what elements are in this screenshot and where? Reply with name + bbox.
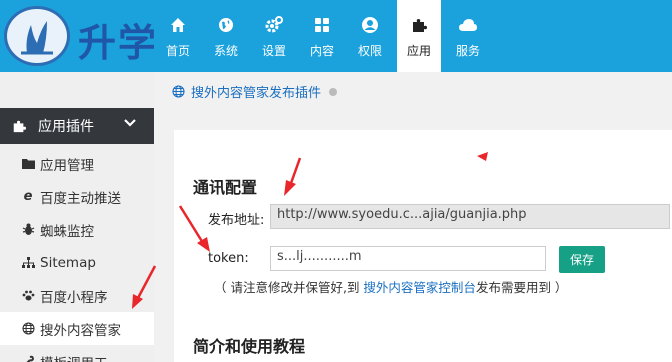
nav-settings-label: 设置 (261, 43, 286, 58)
main-nav: 首页 系统 设置 内容 权限 应用 服务 (154, 0, 492, 72)
logo-emblem (4, 6, 70, 66)
grid-icon (314, 14, 330, 36)
gear-icon (265, 14, 283, 36)
breadcrumb-link[interactable]: 搜外内容管家发布插件 (191, 82, 321, 101)
publish-url-label: 发布地址: (208, 213, 265, 228)
globe-icon (218, 14, 234, 36)
logo-text: 升学 (78, 21, 154, 65)
sidebar-item-spider-monitor[interactable]: 蜘蛛监控 (0, 213, 154, 246)
sidebar-item-label: 搜外内容管家 (40, 322, 121, 339)
nav-home-label: 首页 (165, 43, 190, 58)
nav-permissions[interactable]: 权限 (346, 0, 394, 72)
save-button[interactable]: 保存 (559, 246, 605, 273)
puzzle-icon (411, 14, 427, 36)
globe-icon (18, 322, 38, 335)
folder-icon (18, 158, 38, 169)
note-suffix: 发布需要用到 ） (475, 280, 568, 295)
sidebar-item-label: 蜘蛛监控 (40, 223, 94, 240)
sidebar-item-baidu-push[interactable]: e 百度主动推送 (0, 180, 154, 213)
sidebar-item-label: 百度主动推送 (40, 190, 121, 207)
breadcrumb-dot (329, 87, 338, 96)
breadcrumb: 搜外内容管家发布插件 (172, 82, 338, 101)
home-icon (170, 14, 186, 36)
logo: 升学 (0, 0, 154, 72)
section-title-intro: 简介和使用教程 (193, 337, 306, 356)
section-title-comm-config: 通讯配置 (193, 178, 258, 197)
nav-system[interactable]: 系统 (202, 0, 250, 72)
sidebar-item-baidu-miniprogram[interactable]: 百度小程序 (0, 279, 154, 312)
sidebar-item-label: 模板调用工 (40, 352, 108, 362)
token-label: token: (208, 251, 249, 266)
sidebar-item-sitemap[interactable]: Sitemap (0, 246, 154, 279)
tool-icon (18, 355, 38, 362)
nav-permissions-label: 权限 (357, 43, 382, 58)
sidebar-header-app-plugins[interactable]: 应用插件 (0, 108, 154, 144)
nav-services[interactable]: 服务 (444, 0, 492, 72)
puzzle-icon (12, 119, 32, 133)
nav-system-label: 系统 (213, 43, 238, 58)
sidebar-header-label: 应用插件 (38, 119, 94, 135)
nav-apps-label: 应用 (406, 43, 431, 58)
nav-content-label: 内容 (309, 43, 334, 58)
nav-services-label: 服务 (455, 43, 480, 58)
sidebar-item-souwai-manager[interactable]: 搜外内容管家 (0, 312, 154, 345)
token-note: （ 请注意修改并保管好,到 搜外内容管家控制台发布需要用到 ） (214, 277, 567, 296)
chevron-down-icon (124, 116, 136, 132)
top-bar: 升学 首页 系统 设置 内容 权限 应用 服务 (0, 0, 672, 72)
nav-home[interactable]: 首页 (154, 0, 202, 72)
cloud-icon (458, 14, 478, 36)
console-link[interactable]: 搜外内容管家控制台 (363, 280, 476, 295)
globe-icon (172, 85, 185, 98)
sidebar-item-label: Sitemap (40, 254, 96, 271)
sidebar-item-label: 百度小程序 (40, 289, 108, 306)
note-prefix: （ 请注意修改并保管好,到 (214, 280, 364, 295)
sidebar-item-label: 应用管理 (40, 157, 94, 174)
sidebar-item-app-management[interactable]: 应用管理 (0, 147, 154, 180)
bug-icon (18, 223, 38, 236)
nav-apps[interactable]: 应用 (397, 0, 441, 72)
nav-content[interactable]: 内容 (298, 0, 346, 72)
sidebar-item-template-tool[interactable]: 模板调用工 (0, 345, 154, 362)
paw-icon (18, 289, 38, 302)
user-icon (361, 14, 379, 36)
token-input[interactable]: s...lj...........m (270, 246, 546, 271)
sitemap-icon (18, 256, 38, 269)
publish-url-field[interactable]: http://www.syoedu.c...ajia/guanjia.php (270, 204, 670, 229)
nav-settings[interactable]: 设置 (250, 0, 298, 72)
ie-icon: e (23, 189, 33, 204)
